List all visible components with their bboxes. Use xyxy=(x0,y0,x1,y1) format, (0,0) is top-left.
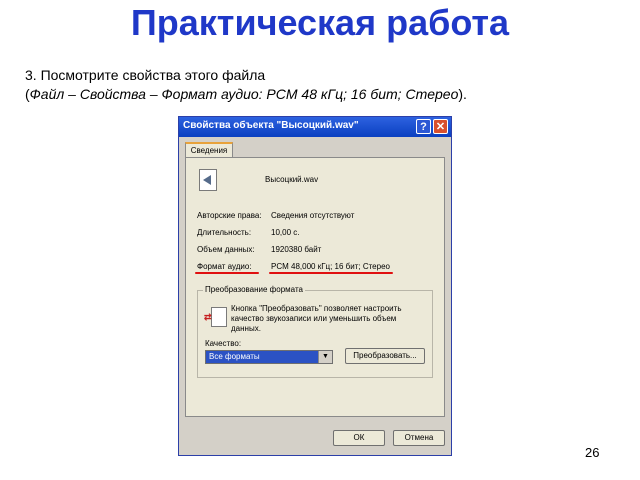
convert-arrow-icon: ⇄ xyxy=(204,312,212,322)
file-name: Высоцкий.wav xyxy=(265,175,319,184)
audio-file-icon xyxy=(199,169,217,191)
copyright-label: Авторские права: xyxy=(197,211,262,220)
conversion-group-title: Преобразование формата xyxy=(203,285,305,294)
paren-close: ). xyxy=(458,86,467,102)
speaker-icon xyxy=(203,175,211,185)
chevron-down-icon[interactable]: ▼ xyxy=(318,351,332,363)
ok-button[interactable]: ОК xyxy=(333,430,385,446)
audio-format-label: Формат аудио: xyxy=(197,262,252,271)
cancel-button[interactable]: Отмена xyxy=(393,430,445,446)
quality-select[interactable]: Все форматы ▼ xyxy=(205,350,333,364)
tab-details[interactable]: Сведения xyxy=(185,142,233,158)
duration-label: Длительность: xyxy=(197,228,252,237)
duration-value: 10,00 с. xyxy=(271,228,300,237)
dialog-titlebar[interactable]: Свойства объекта "Высоцкий.wav" ? ✕ xyxy=(179,117,451,137)
format-label-underline xyxy=(195,272,259,274)
quality-label: Качество: xyxy=(205,339,242,348)
conversion-description: Кнопка "Преобразовать" позволяет настрои… xyxy=(231,304,402,333)
help-button[interactable]: ? xyxy=(416,119,431,134)
convert-button[interactable]: Преобразовать... xyxy=(345,348,425,364)
convert-icon: ⇄ xyxy=(204,307,227,327)
data-size-label: Объем данных: xyxy=(197,245,255,254)
slide-number: 26 xyxy=(585,445,600,460)
data-size-value: 1920380 байт xyxy=(271,245,322,254)
quality-select-value: Все форматы xyxy=(209,352,260,361)
instruction-line-2: (Файл – Свойства – Формат аудио: PCM 48 … xyxy=(25,86,467,102)
audio-format-value: PCM 48,000 кГц; 16 бит; Стерео xyxy=(271,262,390,271)
dialog-title: Свойства объекта "Высоцкий.wav" xyxy=(183,120,359,131)
instruction-line-1: 3. Посмотрите свойства этого файла xyxy=(25,67,266,83)
properties-dialog: Свойства объекта "Высоцкий.wav" ? ✕ Свед… xyxy=(178,116,452,456)
copyright-value: Сведения отсутствуют xyxy=(271,211,355,220)
instruction-path: Файл – Свойства – Формат аудио: PCM 48 к… xyxy=(29,86,459,102)
slide-title: Практическая работа xyxy=(130,2,510,43)
format-value-underline xyxy=(269,272,393,274)
close-button[interactable]: ✕ xyxy=(433,119,448,134)
